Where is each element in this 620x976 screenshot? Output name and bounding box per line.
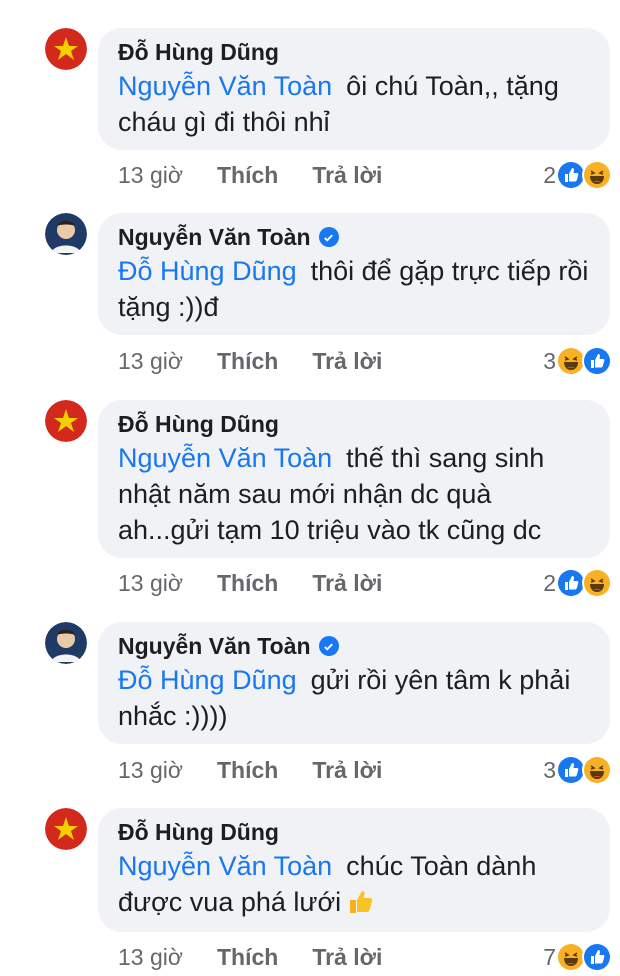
reply-button[interactable]: Trả lời bbox=[312, 944, 382, 971]
like-button[interactable]: Thích bbox=[217, 944, 278, 971]
reply-button[interactable]: Trả lời bbox=[312, 162, 382, 189]
avatar[interactable] bbox=[45, 213, 87, 255]
reply-button[interactable]: Trả lời bbox=[312, 757, 382, 784]
comment-bubble: Đỗ Hùng Dũng Nguyễn Văn Toàn chúc Toàn dà… bbox=[98, 808, 610, 932]
comment-author[interactable]: Nguyễn Văn Toàn bbox=[118, 221, 590, 253]
haha-icon bbox=[582, 568, 612, 598]
comment-timestamp[interactable]: 13 giờ bbox=[118, 757, 183, 784]
reply-button[interactable]: Trả lời bbox=[312, 348, 382, 375]
avatar[interactable] bbox=[45, 808, 87, 850]
player-portrait-avatar-icon bbox=[45, 213, 87, 255]
verified-badge-icon bbox=[318, 636, 339, 656]
comment-bubble: Đỗ Hùng Dũng Nguyễn Văn Toàn ôi chú Toàn,… bbox=[98, 28, 610, 150]
comment-timestamp[interactable]: 13 giờ bbox=[118, 944, 183, 971]
comment-actions: 13 giờ Thích Trả lời bbox=[118, 755, 382, 785]
reaction-count: 2 bbox=[543, 161, 556, 188]
comment-timestamp[interactable]: 13 giờ bbox=[118, 348, 183, 375]
mention-link[interactable]: Đỗ Hùng Dũng bbox=[118, 665, 297, 695]
reaction-count: 2 bbox=[543, 569, 556, 596]
reaction-summary[interactable]: 3 bbox=[543, 755, 612, 785]
like-button[interactable]: Thích bbox=[217, 757, 278, 784]
vietnam-flag-avatar-icon bbox=[45, 808, 87, 850]
player-portrait-avatar-icon bbox=[45, 622, 87, 664]
vietnam-flag-avatar-icon bbox=[45, 28, 87, 70]
reaction-summary[interactable]: 2 bbox=[543, 160, 612, 190]
comment-text: Đỗ Hùng Dũng gửi rồi yên tâm k phải nhắc … bbox=[118, 665, 571, 731]
reply-button[interactable]: Trả lời bbox=[312, 570, 382, 597]
reaction-summary[interactable]: 3 bbox=[543, 346, 612, 376]
like-button[interactable]: Thích bbox=[217, 348, 278, 375]
mention-link[interactable]: Đỗ Hùng Dũng bbox=[118, 256, 297, 286]
comment-bubble: Nguyễn Văn Toàn Đỗ Hùng Dũng thôi để gặp … bbox=[98, 213, 610, 335]
like-icon bbox=[582, 942, 612, 972]
haha-icon bbox=[582, 160, 612, 190]
comment-actions: 13 giờ Thích Trả lời bbox=[118, 346, 382, 376]
comment-timestamp[interactable]: 13 giờ bbox=[118, 162, 183, 189]
vietnam-flag-avatar-icon bbox=[45, 400, 87, 442]
thumbs-up-emoji-icon bbox=[345, 887, 375, 917]
comment-text: Nguyễn Văn Toàn ôi chú Toàn,, tặng cháu g… bbox=[118, 71, 559, 137]
mention-link[interactable]: Nguyễn Văn Toàn bbox=[118, 71, 332, 101]
reaction-count: 3 bbox=[543, 756, 556, 783]
reaction-count: 7 bbox=[543, 943, 556, 970]
comment-actions: 13 giờ Thích Trả lời bbox=[118, 160, 382, 190]
haha-icon bbox=[582, 755, 612, 785]
comment-author[interactable]: Đỗ Hùng Dũng bbox=[118, 816, 590, 848]
reaction-summary[interactable]: 2 bbox=[543, 568, 612, 598]
comment-text: Nguyễn Văn Toàn thế thì sang sinh nhật nă… bbox=[118, 443, 545, 545]
comment-bubble: Nguyễn Văn Toàn Đỗ Hùng Dũng gửi rồi yên … bbox=[98, 622, 610, 744]
reaction-summary[interactable]: 7 bbox=[543, 942, 612, 972]
comment-actions: 13 giờ Thích Trả lời bbox=[118, 568, 382, 598]
like-button[interactable]: Thích bbox=[217, 570, 278, 597]
comment-timestamp[interactable]: 13 giờ bbox=[118, 570, 183, 597]
reaction-count: 3 bbox=[543, 347, 556, 374]
like-icon bbox=[582, 346, 612, 376]
comment-text: Nguyễn Văn Toàn chúc Toàn dành được vua p… bbox=[118, 851, 537, 917]
mention-link[interactable]: Nguyễn Văn Toàn bbox=[118, 851, 332, 881]
comment-author[interactable]: Đỗ Hùng Dũng bbox=[118, 408, 590, 440]
mention-link[interactable]: Nguyễn Văn Toàn bbox=[118, 443, 332, 473]
avatar[interactable] bbox=[45, 400, 87, 442]
comment-actions: 13 giờ Thích Trả lời bbox=[118, 942, 382, 972]
verified-badge-icon bbox=[318, 227, 339, 247]
comment-author[interactable]: Đỗ Hùng Dũng bbox=[118, 36, 590, 68]
comment-author[interactable]: Nguyễn Văn Toàn bbox=[118, 630, 590, 662]
like-button[interactable]: Thích bbox=[217, 162, 278, 189]
comment-text: Đỗ Hùng Dũng thôi để gặp trực tiếp rồi tặ… bbox=[118, 256, 589, 322]
avatar[interactable] bbox=[45, 28, 87, 70]
avatar[interactable] bbox=[45, 622, 87, 664]
comment-bubble: Đỗ Hùng Dũng Nguyễn Văn Toàn thế thì sang… bbox=[98, 400, 610, 558]
